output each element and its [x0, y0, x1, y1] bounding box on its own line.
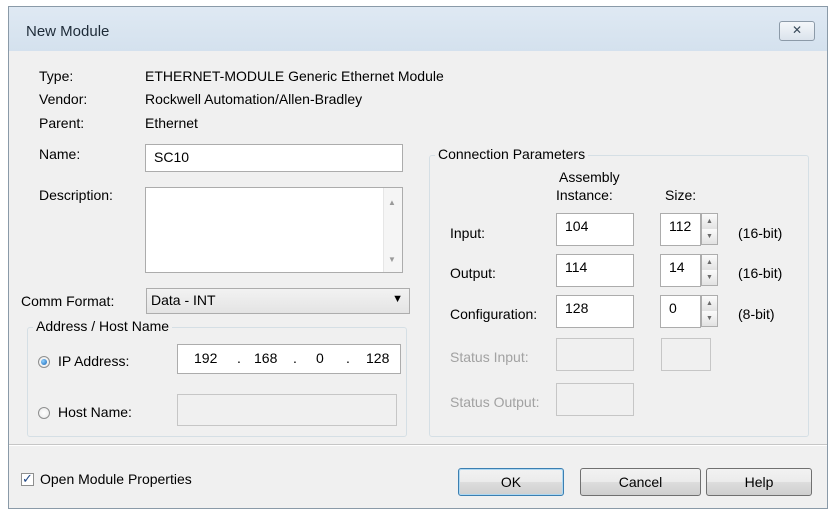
connection-parameters-title: Connection Parameters — [435, 146, 589, 162]
ip-octet-2: 168 — [254, 350, 278, 366]
output-instance-field[interactable]: 114 — [556, 254, 634, 287]
chevron-down-icon: ▼ — [392, 293, 403, 305]
configuration-label: Configuration: — [450, 306, 538, 322]
ok-button[interactable]: OK — [458, 468, 564, 496]
comm-format-select[interactable]: Data - INT ▼ — [146, 288, 410, 314]
ip-dot-3: . — [346, 350, 350, 366]
instance-header: Instance: — [556, 187, 613, 203]
ip-dot-1: . — [237, 350, 241, 366]
status-input-instance-field — [556, 338, 634, 371]
spin-up-icon[interactable]: ▲ — [702, 214, 717, 230]
window-title: New Module — [26, 23, 110, 40]
configuration-size-spinner[interactable]: ▲ ▼ — [701, 295, 718, 327]
spin-down-icon[interactable]: ▼ — [702, 270, 717, 285]
comm-format-label: Comm Format: — [21, 293, 115, 309]
name-input[interactable]: SC10 — [145, 144, 403, 172]
description-scrollbar[interactable]: ▲ ▼ — [383, 188, 402, 272]
spin-up-icon[interactable]: ▲ — [702, 255, 717, 271]
footer-separator — [9, 444, 827, 446]
configuration-unit-label: (8-bit) — [738, 306, 775, 322]
input-size-field[interactable]: 112 — [660, 213, 701, 246]
type-value: ETHERNET-MODULE Generic Ethernet Module — [145, 68, 444, 84]
status-input-size-field — [661, 338, 711, 371]
configuration-instance-field[interactable]: 128 — [556, 295, 634, 328]
assembly-header: Assembly — [559, 169, 620, 185]
open-module-properties-label[interactable]: Open Module Properties — [40, 471, 192, 487]
close-button[interactable]: ✕ — [779, 21, 815, 41]
open-module-properties-checkbox[interactable]: ✓ — [21, 471, 34, 486]
spin-down-icon[interactable]: ▼ — [702, 229, 717, 244]
output-unit-label: (16-bit) — [738, 265, 783, 281]
configuration-size-field[interactable]: 0 — [660, 295, 701, 328]
title-bar: New Module ✕ — [9, 7, 827, 51]
input-size-spinner[interactable]: ▲ ▼ — [701, 213, 718, 245]
radio-selected-dot — [41, 359, 47, 365]
ip-address-radio[interactable] — [38, 356, 50, 368]
vendor-value: Rockwell Automation/Allen-Bradley — [145, 91, 363, 107]
description-input[interactable]: ▲ ▼ — [145, 187, 403, 273]
ip-address-input[interactable]: 192 . 168 . 0 . 128 — [177, 344, 401, 374]
scroll-up-icon[interactable]: ▲ — [388, 198, 396, 207]
input-unit-label: (16-bit) — [738, 225, 783, 241]
close-icon: ✕ — [791, 23, 803, 37]
host-name-label: Host Name: — [58, 404, 132, 420]
checkmark-icon: ✓ — [22, 471, 33, 486]
ip-octet-3: 0 — [316, 350, 324, 366]
ip-dot-2: . — [293, 350, 297, 366]
cancel-button[interactable]: Cancel — [580, 468, 701, 496]
ip-address-label: IP Address: — [58, 353, 130, 369]
comm-format-value: Data - INT — [151, 292, 216, 308]
input-label: Input: — [450, 225, 486, 241]
help-button[interactable]: Help — [706, 468, 812, 496]
description-label: Description: — [39, 187, 113, 203]
name-label: Name: — [39, 146, 81, 162]
status-output-instance-field — [556, 383, 634, 416]
output-label: Output: — [450, 265, 496, 281]
output-size-spinner[interactable]: ▲ ▼ — [701, 254, 718, 286]
ip-octet-4: 128 — [366, 350, 390, 366]
parent-label: Parent: — [39, 115, 85, 131]
vendor-label: Vendor: — [39, 91, 88, 107]
address-group-title: Address / Host Name — [33, 318, 173, 334]
ip-octet-1: 192 — [194, 350, 218, 366]
status-output-label: Status Output: — [450, 394, 540, 410]
host-name-radio[interactable] — [38, 407, 50, 419]
status-input-label: Status Input: — [450, 349, 529, 365]
new-module-dialog: New Module ✕ Type: ETHERNET-MODULE Gener… — [8, 6, 828, 509]
input-instance-field[interactable]: 104 — [556, 213, 634, 246]
spin-down-icon[interactable]: ▼ — [702, 311, 717, 326]
spin-up-icon[interactable]: ▲ — [702, 296, 717, 312]
type-label: Type: — [39, 68, 74, 84]
scroll-down-icon[interactable]: ▼ — [388, 255, 396, 264]
output-size-field[interactable]: 14 — [660, 254, 701, 287]
size-header: Size: — [665, 187, 697, 203]
host-name-input[interactable] — [177, 394, 397, 426]
parent-value: Ethernet — [145, 115, 198, 131]
